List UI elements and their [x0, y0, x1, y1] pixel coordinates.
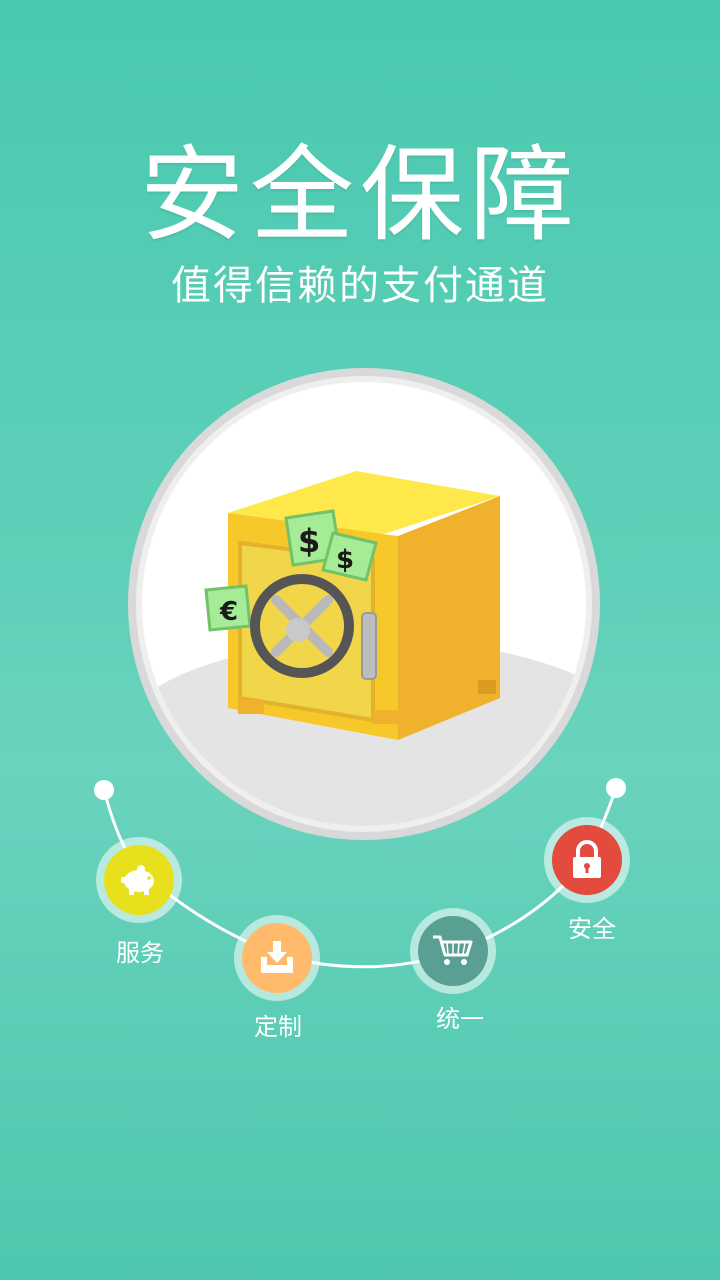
piggy-bank-icon — [121, 865, 154, 895]
svg-text:€: € — [219, 597, 238, 627]
feature-security-button[interactable] — [544, 817, 630, 903]
arc-end-dot-left — [94, 780, 114, 800]
download-tray-icon — [261, 941, 293, 973]
safe-with-money-icon: $ $ € — [128, 368, 600, 840]
feature-security-circle — [552, 825, 622, 895]
feature-custom-button[interactable] — [234, 915, 320, 1001]
feature-unified-button[interactable] — [410, 908, 496, 994]
feature-custom-label: 定制 — [254, 1013, 302, 1041]
svg-text:$: $ — [336, 545, 354, 575]
feature-unified-circle — [418, 916, 488, 986]
feature-service-label: 服务 — [116, 939, 164, 967]
shopping-cart-icon — [433, 935, 473, 965]
feature-unified-label: 统一 — [436, 1005, 484, 1033]
lock-icon — [573, 840, 601, 878]
feature-service-button[interactable] — [96, 837, 182, 923]
feature-security-label: 安全 — [568, 915, 616, 943]
page-subtitle: 值得信赖的支付通道 — [171, 263, 549, 309]
feature-service-circle — [104, 845, 174, 915]
feature-custom-circle — [242, 923, 312, 993]
page-title: 安全保障 — [139, 134, 580, 256]
svg-text:$: $ — [298, 522, 320, 560]
arc-end-dot-right — [606, 778, 626, 798]
